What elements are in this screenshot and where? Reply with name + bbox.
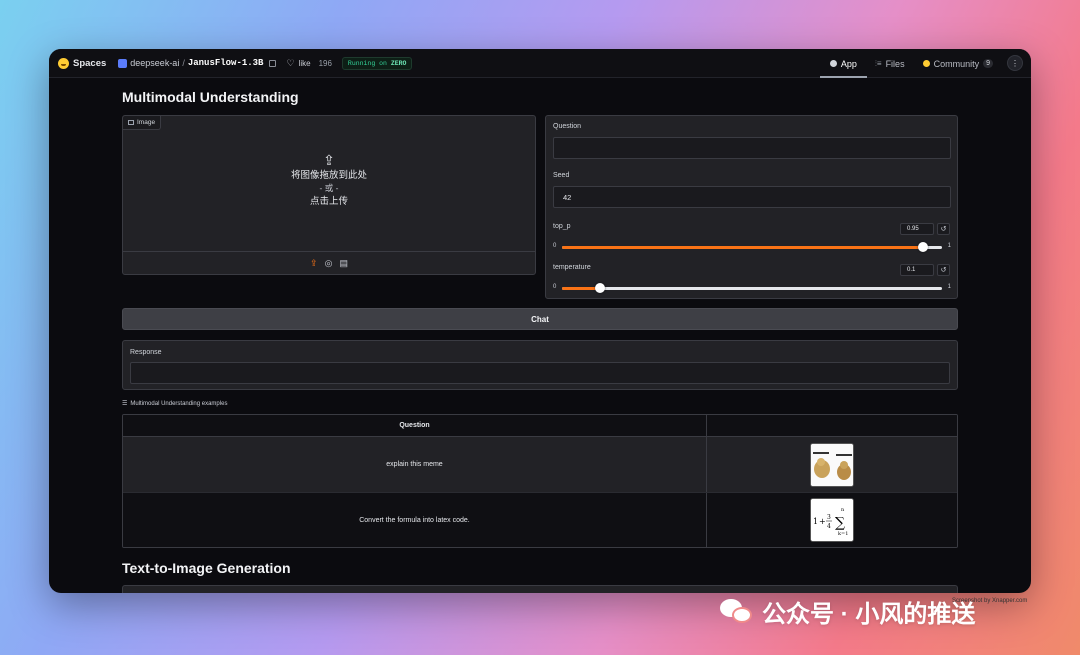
section-title-understanding: Multimodal Understanding [122, 89, 299, 105]
list-icon: ☰ [122, 401, 128, 407]
seed-label: Seed [553, 172, 570, 179]
svg-text:∑: ∑ [835, 515, 845, 531]
section-title-generation: Text-to-Image Generation [122, 560, 291, 576]
temperature-reset-icon[interactable]: ↺ [937, 264, 950, 276]
like-button[interactable]: ♡ like 196 [286, 58, 331, 69]
top-p-reset-icon[interactable]: ↺ [937, 223, 950, 235]
repo-link[interactable]: JanusFlow-1.3B [188, 58, 264, 68]
repo-breadcrumb: deepseek-ai / JanusFlow-1.3B [118, 58, 277, 68]
status-hardware: ZERO [390, 59, 407, 67]
image-block-label: Image [123, 116, 162, 130]
svg-text:3: 3 [827, 514, 831, 521]
watermark-text: 公众号 · 小风的推送 [762, 601, 976, 628]
tab-files[interactable]: ⫶≡ Files [873, 49, 907, 78]
meme-thumbnail [810, 442, 854, 487]
image-label-text: Image [137, 119, 156, 126]
svg-text:4: 4 [827, 523, 831, 530]
table-row[interactable]: explain this meme [123, 437, 957, 492]
files-icon: ⫶≡ [874, 58, 882, 68]
top-p-thumb[interactable] [918, 242, 928, 252]
org-avatar-icon [118, 58, 128, 68]
drop-instructions: ⇪ 将图像拖放到此处 - 或 - 点击上传 [123, 152, 535, 208]
svg-text:1: 1 [813, 517, 818, 526]
tab-files-label: Files [885, 58, 905, 69]
upload-source-icon[interactable]: ⇪ [310, 258, 318, 269]
spaces-brand[interactable]: Spaces [58, 57, 107, 69]
seed-input[interactable]: 42 [553, 186, 951, 208]
example-question: Convert the formula into latex code. [123, 493, 707, 547]
temperature-number-input[interactable]: 0.1 [900, 264, 934, 276]
app-icon [829, 60, 837, 67]
drop-text-or: - 或 - [319, 183, 339, 193]
response-panel: Response [122, 340, 958, 390]
top-p-max: 1 [947, 243, 951, 249]
temperature-track [562, 283, 942, 293]
generation-panel [122, 585, 958, 593]
top-p-slider[interactable]: 0 1 [553, 242, 951, 252]
image-upload-dropzone[interactable]: Image ⇪ 将图像拖放到此处 - 或 - 点击上传 ⇪ ◎ ▤ [122, 115, 536, 275]
tab-app[interactable]: App [819, 49, 867, 78]
brand-label: Spaces [73, 57, 107, 69]
table-header: Question [123, 415, 957, 437]
heart-icon: ♡ [286, 57, 295, 68]
examples-label-text: Multimodal Understanding examples [130, 400, 228, 407]
top-p-track [562, 242, 942, 252]
table-row[interactable]: Convert the formula into latex code. 1 +… [123, 492, 957, 547]
more-options-icon: ⋮ [1011, 58, 1019, 68]
clipboard-source-icon[interactable]: ▤ [339, 258, 348, 269]
community-count-badge: 9 [983, 59, 993, 68]
response-label: Response [130, 349, 162, 356]
browser-window: Spaces deepseek-ai / JanusFlow-1.3B ♡ li… [49, 49, 1031, 593]
status-badge: Running on ZERO [341, 56, 413, 70]
svg-text:+: + [819, 517, 826, 526]
breadcrumb-separator: / [182, 58, 185, 68]
wechat-icon [720, 597, 754, 627]
column-header-image [707, 415, 957, 436]
drop-text-1: 将图像拖放到此处 [290, 170, 367, 181]
temperature-slider[interactable]: 0 1 [553, 283, 951, 293]
drop-text-2: 点击上传 [309, 196, 348, 207]
response-output[interactable] [130, 362, 950, 384]
question-label: Question [553, 123, 582, 130]
top-p-fill [562, 246, 923, 249]
examples-table: Question explain this meme Convert the f… [122, 414, 958, 548]
question-input[interactable] [553, 137, 951, 159]
top-p-label: top_p [553, 223, 571, 230]
copy-icon[interactable] [269, 59, 277, 67]
org-link[interactable]: deepseek-ai [130, 58, 179, 68]
top-p-number-input[interactable]: 0.95 [900, 223, 934, 235]
upload-icon: ⇪ [323, 152, 335, 168]
more-menu-button[interactable]: ⋮ [1007, 55, 1023, 71]
like-label: like [298, 58, 311, 68]
status-prefix: Running on [347, 59, 387, 67]
space-nav: App ⫶≡ Files Community 9 [819, 49, 995, 78]
image-icon [128, 120, 134, 125]
svg-text:k=1: k=1 [838, 531, 848, 537]
formula-thumbnail: 1 + 3 4 ∑ n k=1 [810, 498, 854, 542]
wechat-watermark: 公众号 · 小风的推送 [720, 594, 975, 629]
like-count: 196 [318, 58, 332, 68]
examples-header: ☰ Multimodal Understanding examples [122, 400, 228, 408]
column-header-question: Question [123, 415, 707, 436]
webcam-source-icon[interactable]: ◎ [325, 258, 333, 269]
tab-community-label: Community [933, 58, 980, 69]
temperature-min: 0 [553, 284, 557, 290]
hugging-face-logo-icon [58, 57, 69, 69]
tab-community[interactable]: Community 9 [921, 49, 995, 78]
temperature-label: temperature [553, 264, 591, 271]
chat-button[interactable]: Chat [122, 308, 958, 330]
top-bar: Spaces deepseek-ai / JanusFlow-1.3B ♡ li… [49, 49, 1031, 78]
top-p-min: 0 [553, 243, 557, 249]
tab-app-label: App [840, 58, 857, 69]
temperature-thumb[interactable] [595, 283, 605, 293]
image-source-toolbar: ⇪ ◎ ▤ [123, 251, 535, 274]
temperature-max: 1 [947, 284, 951, 290]
community-icon [922, 60, 930, 67]
example-question: explain this meme [123, 437, 707, 492]
app-content: Multimodal Understanding Image ⇪ 将图像拖放到此… [122, 78, 958, 593]
parameters-panel: Question Seed 42 top_p 0.95 ↺ 0 1 temper… [545, 115, 958, 299]
